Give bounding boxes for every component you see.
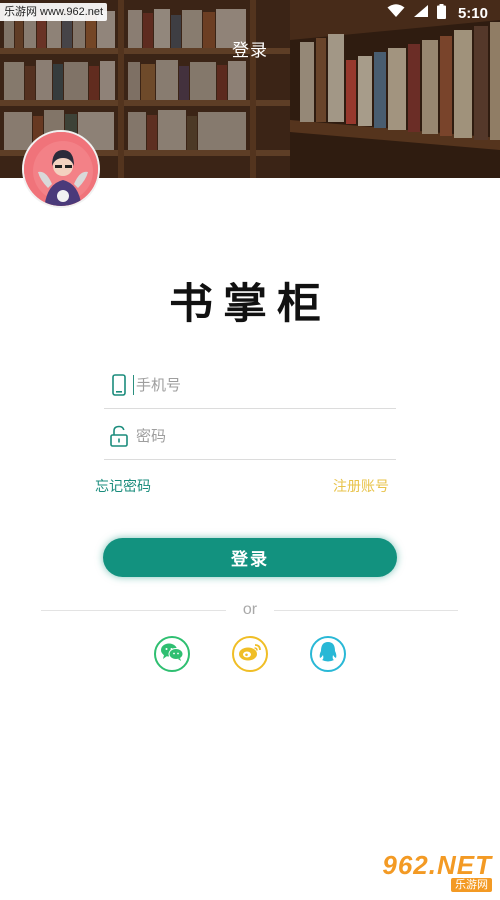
lock-icon bbox=[104, 425, 134, 447]
phone-field[interactable] bbox=[104, 361, 396, 409]
status-icons: 5:10 bbox=[387, 3, 488, 23]
battery-icon bbox=[436, 3, 446, 23]
divider-or-text: or bbox=[242, 601, 258, 618]
divider-line-left bbox=[41, 610, 226, 611]
qq-login-button[interactable] bbox=[310, 636, 346, 672]
weibo-login-button[interactable] bbox=[232, 636, 268, 672]
wechat-icon bbox=[160, 642, 184, 666]
watermark-bottom-main: 962.NET bbox=[382, 850, 492, 880]
status-time: 5:10 bbox=[457, 4, 488, 22]
divider-line-right bbox=[274, 610, 458, 611]
wifi-icon bbox=[387, 4, 405, 22]
forgot-password-link[interactable]: 忘记密码 bbox=[95, 476, 151, 496]
signal-icon bbox=[413, 4, 429, 22]
avatar-image bbox=[24, 132, 98, 206]
watermark-bottom-sub: 乐游网 bbox=[451, 878, 492, 892]
password-input[interactable] bbox=[134, 426, 396, 445]
watermark-bottom: 962.NET 乐游网 bbox=[362, 852, 492, 892]
qq-icon bbox=[318, 641, 338, 667]
phone-icon bbox=[104, 373, 134, 396]
page-title: 登录 bbox=[232, 41, 268, 61]
app-logo: 书掌柜 bbox=[169, 280, 331, 329]
phone-input[interactable] bbox=[134, 375, 396, 394]
avatar[interactable] bbox=[22, 130, 100, 208]
weibo-icon bbox=[238, 642, 262, 666]
login-button[interactable]: 登录 bbox=[103, 538, 397, 577]
password-field[interactable] bbox=[104, 412, 396, 460]
wechat-login-button[interactable] bbox=[154, 636, 190, 672]
status-bar: 5:10 bbox=[0, 0, 500, 26]
register-link[interactable]: 注册账号 bbox=[333, 476, 389, 496]
